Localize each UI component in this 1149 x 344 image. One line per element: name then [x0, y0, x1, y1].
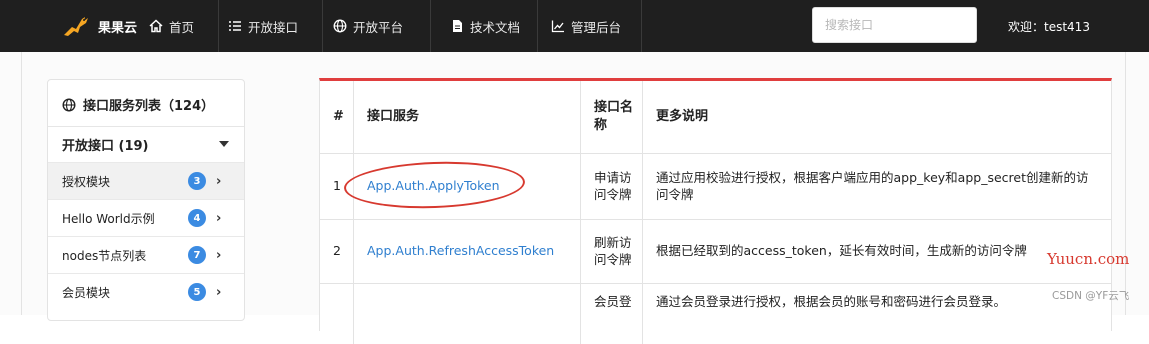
content-border-left: [21, 52, 22, 315]
sidebar-title: 接口服务列表（124）: [62, 95, 214, 114]
watermark-csdn: CSDN @YF云飞: [1052, 290, 1130, 302]
nav-tech-docs-label: 技术文档: [470, 19, 521, 35]
table-row: 2 App.Auth.RefreshAccessToken 刷新访问令牌 根据已…: [320, 220, 1111, 284]
chevron-right-icon: ›: [216, 247, 222, 263]
sidebar-item-nodes[interactable]: nodes节点列表 7 ›: [48, 236, 244, 273]
sidebar-divider: [48, 126, 244, 127]
nav-open-platform[interactable]: 开放平台: [333, 0, 403, 52]
api-name: 刷新访问令牌: [594, 234, 632, 267]
api-table-panel: # 接口服务 接口名称 更多说明 1 App.Auth.ApplyToken 申…: [319, 78, 1112, 344]
sidebar-section-open-api[interactable]: 开放接口 (19): [62, 135, 232, 154]
sidebar-item-auth[interactable]: 授权模块 3 ›: [48, 162, 244, 199]
top-navbar: 果果云 首页 开放接口 开放平台 技术文档 管理后台 搜索接口 欢迎：test4…: [0, 0, 1149, 52]
count-badge: 5: [188, 283, 206, 301]
list-icon: [229, 21, 241, 31]
api-service-link-text[interactable]: App.Auth.ApplyToken: [367, 178, 500, 195]
chevron-right-icon: ›: [216, 173, 222, 189]
sidebar-item-label: 会员模块: [62, 285, 111, 300]
sidebar-title-text: 接口服务列表（124）: [83, 99, 215, 114]
table-row: 1 App.Auth.ApplyToken 申请访问令牌 通过应用校验进行授权，…: [320, 154, 1111, 220]
kangaroo-logo-icon: [64, 17, 88, 36]
globe-icon: [62, 97, 76, 112]
row-index: 2: [333, 243, 341, 259]
row-index: [320, 284, 353, 344]
column-divider: [353, 81, 354, 344]
api-service-link-text[interactable]: App.Auth.RefreshAccessToken: [367, 243, 554, 260]
caret-down-icon: [219, 141, 229, 147]
sidebar-item-label: 授权模块: [62, 174, 111, 189]
sidebar-item-label: nodes节点列表: [62, 248, 147, 263]
content-border-right: [1125, 52, 1126, 315]
api-name: 申请访问令牌: [594, 169, 632, 202]
home-icon: [149, 19, 163, 33]
api-description: 通过应用校验进行授权，根据客户端应用的app_key和app_secret创建新…: [656, 169, 1089, 202]
nav-open-api[interactable]: 开放接口: [228, 0, 298, 52]
sidebar-section-label: 开放接口 (19): [62, 139, 149, 154]
nav-open-platform-label: 开放平台: [353, 19, 404, 35]
nav-divider: [322, 0, 323, 52]
brand-link[interactable]: 果果云: [62, 0, 137, 52]
search-input[interactable]: [812, 7, 977, 43]
nav-admin[interactable]: 管理后台: [551, 0, 621, 52]
count-badge: 3: [188, 172, 206, 190]
nav-admin-label: 管理后台: [571, 19, 622, 35]
chevron-right-icon: ›: [216, 284, 222, 300]
nav-divider: [218, 0, 219, 52]
sidebar-item-member[interactable]: 会员模块 5 ›: [48, 273, 244, 310]
api-sidebar: 接口服务列表（124） 开放接口 (19) 授权模块 3 › Hello Wor…: [47, 79, 245, 321]
nav-open-api-label: 开放接口: [248, 19, 299, 35]
column-header-description: 更多说明: [656, 109, 709, 125]
nav-divider: [537, 0, 538, 52]
document-icon: [453, 20, 462, 32]
nav-divider: [430, 0, 431, 52]
nav-home-label: 首页: [169, 19, 195, 35]
brand-name: 果果云: [98, 20, 138, 36]
api-service-link[interactable]: [354, 284, 580, 344]
api-service-link[interactable]: App.Auth.RefreshAccessToken: [354, 220, 580, 283]
chevron-right-icon: ›: [216, 210, 222, 226]
chart-icon: [551, 20, 564, 33]
column-header-name: 接口名称: [594, 100, 634, 133]
nav-home[interactable]: 首页: [149, 0, 194, 52]
column-header-service: 接口服务: [367, 109, 420, 125]
sidebar-item-hello-world[interactable]: Hello World示例 4 ›: [48, 199, 244, 236]
watermark-text: Yuucn.com: [1047, 250, 1130, 268]
count-badge: 7: [188, 246, 206, 264]
table-row: 会员登 通过会员登录进行授权，根据会员的账号和密码进行会员登录。: [320, 284, 1111, 344]
column-divider: [642, 81, 643, 344]
nav-divider: [641, 0, 642, 52]
api-description: 通过会员登录进行授权，根据会员的账号和密码进行会员登录。: [656, 294, 1007, 309]
table-header-row: # 接口服务 接口名称 更多说明: [320, 81, 1111, 154]
nav-tech-docs[interactable]: 技术文档: [450, 0, 520, 52]
api-description: 根据已经取到的access_token，延长有效时间，生成新的访问令牌: [656, 243, 1027, 259]
welcome-user[interactable]: 欢迎：test413: [1008, 0, 1090, 52]
row-index: 1: [333, 178, 341, 194]
column-header-index: #: [333, 109, 344, 125]
count-badge: 4: [188, 209, 206, 227]
sidebar-item-label: Hello World示例: [62, 211, 155, 226]
api-service-link[interactable]: App.Auth.ApplyToken: [354, 154, 580, 219]
api-name: 会员登: [594, 294, 632, 309]
globe-icon: [333, 19, 347, 33]
column-divider: [580, 81, 581, 344]
